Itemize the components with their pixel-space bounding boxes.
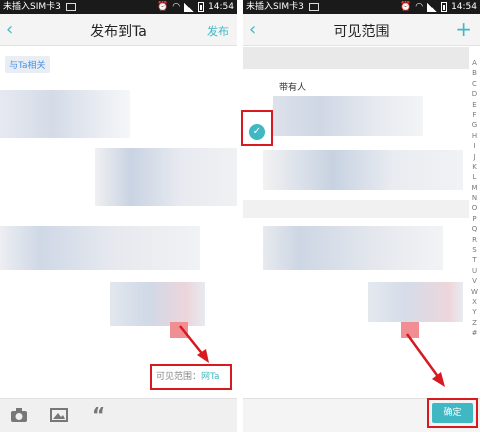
- title-bar: ‹ 发布到Ta 发布: [0, 14, 237, 46]
- blurred-content: [401, 322, 419, 338]
- title-bar: ‹ 可见范围 +: [243, 14, 480, 46]
- alphabet-letter[interactable]: L: [469, 172, 480, 182]
- alphabet-letter[interactable]: X: [469, 297, 480, 307]
- compose-toolbar: “: [0, 398, 237, 432]
- status-bar: 未插入SIM卡3 ⏰ ◠ 14:54: [243, 0, 480, 14]
- alphabet-letter[interactable]: I: [469, 141, 480, 151]
- wifi-icon: ◠: [172, 2, 181, 12]
- blurred-content: [243, 200, 469, 218]
- alphabet-letter[interactable]: Q: [469, 224, 480, 234]
- confirm-button[interactable]: 确定: [432, 403, 473, 423]
- blurred-content: [263, 150, 463, 190]
- alphabet-letter[interactable]: Y: [469, 307, 480, 317]
- alphabet-letter[interactable]: N: [469, 193, 480, 203]
- status-bar: 未插入SIM卡3 ⏰ ◠ 14:54: [0, 0, 237, 14]
- clock: 14:54: [208, 2, 234, 12]
- right-screen: 未插入SIM卡3 ⏰ ◠ 14:54 ‹ 可见范围 + 带有人 ABCDEFGH…: [243, 0, 480, 432]
- page-title: 发布到Ta: [90, 24, 147, 40]
- alphabet-letter[interactable]: K: [469, 162, 480, 172]
- alphabet-letter[interactable]: U: [469, 266, 480, 276]
- alphabet-letter[interactable]: S: [469, 245, 480, 255]
- alphabet-letter[interactable]: W: [469, 287, 480, 297]
- alphabet-letter[interactable]: E: [469, 100, 480, 110]
- blurred-content: [273, 96, 423, 136]
- alphabet-letter[interactable]: J: [469, 152, 480, 162]
- red-arrow: [405, 333, 445, 387]
- visible-range-selector[interactable]: 可见范围：网Ta: [150, 364, 232, 390]
- notification-image-icon: [309, 3, 319, 11]
- alphabet-letter[interactable]: T: [469, 255, 480, 265]
- system-icons: ⏰ ◠ 14:54: [157, 0, 234, 14]
- alphabet-letter[interactable]: V: [469, 276, 480, 286]
- alphabet-letter[interactable]: R: [469, 235, 480, 245]
- related-tag[interactable]: 与Ta相关: [5, 56, 50, 73]
- alphabet-letter[interactable]: M: [469, 183, 480, 193]
- alphabet-letter[interactable]: B: [469, 68, 480, 78]
- publish-button[interactable]: 发布: [207, 23, 229, 39]
- battery-icon: [198, 2, 205, 12]
- blurred-content: [368, 282, 463, 322]
- alarm-icon: ⏰: [156, 2, 169, 12]
- blurred-content: [110, 282, 205, 326]
- blurred-content: [170, 322, 188, 338]
- clock: 14:54: [451, 2, 477, 12]
- alphabet-letter[interactable]: #: [469, 328, 480, 338]
- all-people-label: 带有人: [279, 83, 307, 93]
- alphabet-letter[interactable]: A: [469, 58, 480, 68]
- plus-icon[interactable]: +: [455, 17, 472, 41]
- alarm-icon: ⏰: [399, 2, 412, 12]
- alphabet-index[interactable]: A B C D E F G H I J K L M N O P Q R S T U V W X Y Z #: [469, 58, 480, 339]
- signal-icon: [184, 2, 195, 12]
- wifi-icon: ◠: [415, 2, 424, 12]
- alphabet-letter[interactable]: Z: [469, 318, 480, 328]
- alphabet-letter[interactable]: H: [469, 131, 480, 141]
- carrier-text: 未插入SIM卡3: [246, 2, 304, 12]
- alphabet-letter[interactable]: P: [469, 214, 480, 224]
- blurred-content: [263, 226, 443, 270]
- image-icon[interactable]: [50, 407, 68, 423]
- system-icons: ⏰ ◠ 14:54: [400, 0, 477, 14]
- list-section-header: [243, 47, 469, 69]
- alphabet-letter[interactable]: C: [469, 79, 480, 89]
- alphabet-letter[interactable]: O: [469, 203, 480, 213]
- blurred-content: [0, 90, 130, 138]
- notification-image-icon: [66, 3, 76, 11]
- signal-icon: [427, 2, 438, 12]
- quote-icon[interactable]: “: [92, 403, 105, 427]
- check-icon[interactable]: ✓: [249, 124, 265, 140]
- battery-icon: [441, 2, 448, 12]
- alphabet-letter[interactable]: F: [469, 110, 480, 120]
- blurred-content: [0, 226, 200, 270]
- alphabet-letter[interactable]: D: [469, 89, 480, 99]
- left-screen: 未插入SIM卡3 ⏰ ◠ 14:54 ‹ 发布到Ta 发布 与Ta相关 可见范围…: [0, 0, 237, 432]
- visible-range-label: 可见范围：: [156, 372, 202, 382]
- camera-icon[interactable]: [10, 407, 28, 423]
- visible-range-value: 网Ta: [201, 372, 220, 382]
- carrier-text: 未插入SIM卡3: [3, 2, 61, 12]
- alphabet-letter[interactable]: G: [469, 120, 480, 130]
- page-title: 可见范围: [333, 24, 390, 40]
- blurred-content: [95, 148, 237, 206]
